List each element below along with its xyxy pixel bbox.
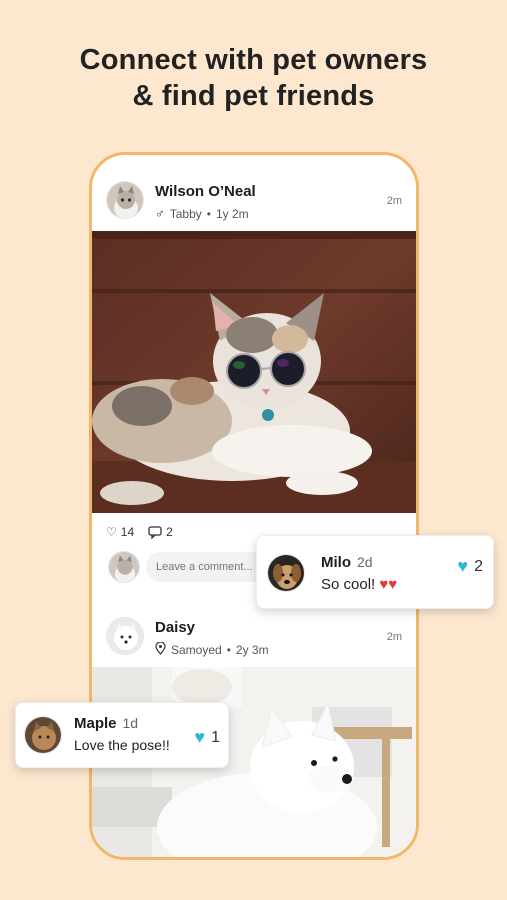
heart-filled-icon: ♥ <box>457 556 469 576</box>
comment-icon <box>148 525 162 539</box>
post-meta: Samoyed • 2y 3m <box>155 641 269 658</box>
post-photo[interactable] <box>92 231 416 513</box>
comment-text-body: Love the pose!! <box>74 737 170 753</box>
post-actions: ♡ 14 2 <box>106 525 173 539</box>
avatar[interactable] <box>106 181 144 219</box>
commenter-name-text: Maple <box>74 715 117 732</box>
comment-bubble[interactable]: Milo 2d So cool! ♥♥ ♥ 2 <box>256 535 494 609</box>
post-author-name[interactable]: Daisy <box>155 619 195 636</box>
commenter-avatar <box>267 554 305 592</box>
comment-like-count: 1 <box>211 728 220 746</box>
pet-breed: Tabby <box>169 206 202 221</box>
location-pin-icon <box>155 641 166 658</box>
comment-like-button[interactable]: ♥ 1 <box>194 727 220 748</box>
avatar[interactable] <box>106 617 144 655</box>
post-time: 2m <box>386 195 402 207</box>
heart-filled-icon: ♥ <box>194 727 206 747</box>
commenter-name: Milo 2d <box>321 554 373 571</box>
like-button[interactable]: ♡ 14 <box>106 525 134 539</box>
like-count: 14 <box>120 525 135 539</box>
comment-age: 1d <box>122 715 139 731</box>
comment-like-count: 2 <box>474 557 483 575</box>
pet-age: 1y 2m <box>215 206 249 221</box>
post-time: 2m <box>386 631 402 643</box>
comment-count: 2 <box>166 525 173 539</box>
post-meta: ♂ Tabby • 1y 2m <box>155 206 249 221</box>
heart-outline-icon: ♡ <box>106 525 117 539</box>
headline-line-2: & find pet friends <box>132 80 375 112</box>
dot-separator: • <box>226 643 231 657</box>
post-header: Wilson O’Neal ♂ Tabby • 1y 2m 2m <box>92 169 416 239</box>
commenter-name-text: Milo <box>321 554 351 571</box>
post-author-name[interactable]: Wilson O’Neal <box>155 183 256 200</box>
comment-button[interactable]: 2 <box>148 525 173 539</box>
my-avatar <box>108 551 140 583</box>
post-header: Daisy Samoyed • 2y 3m 2m <box>92 605 416 675</box>
headline: Connect with pet owners & find pet frien… <box>0 42 507 114</box>
commenter-name: Maple 1d <box>74 715 138 732</box>
pet-breed: Samoyed <box>171 643 222 657</box>
comment-text-body: So cool! <box>321 576 376 593</box>
comment-bubble[interactable]: Maple 1d Love the pose!! ♥ 1 <box>15 702 229 768</box>
pet-age: 2y 3m <box>235 643 269 657</box>
commenter-avatar <box>24 716 62 754</box>
male-icon: ♂ <box>155 206 165 221</box>
cat-with-sunglasses-image <box>92 231 416 513</box>
red-hearts-emoji: ♥♥ <box>379 576 398 593</box>
dot-separator: • <box>206 206 211 221</box>
comment-text: So cool! ♥♥ <box>321 576 397 593</box>
comment-age: 2d <box>357 554 373 570</box>
comment-like-button[interactable]: ♥ 2 <box>457 556 483 577</box>
headline-line-1: Connect with pet owners <box>79 44 428 76</box>
